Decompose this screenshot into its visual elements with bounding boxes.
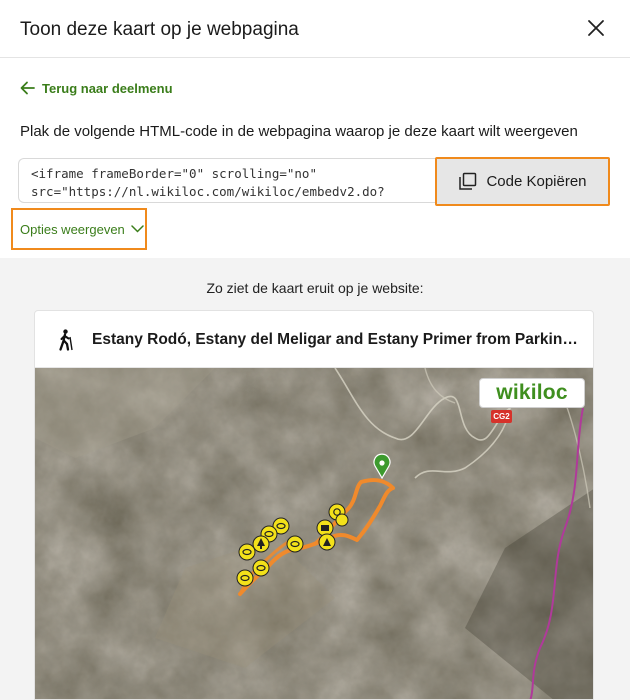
waypoint-marker[interactable]	[335, 513, 349, 527]
arrow-left-icon	[20, 81, 35, 95]
back-link-label: Terug naar deelmenu	[42, 80, 173, 96]
waypoint-marker[interactable]	[318, 533, 336, 551]
copy-button-label: Code Kopiëren	[486, 173, 587, 190]
preview-card-header: Estany Rodó, Estany del Meligar and Esta…	[35, 311, 593, 368]
waypoint-marker[interactable]	[236, 569, 254, 587]
road-badge: CG2	[491, 410, 512, 423]
hiking-icon	[59, 329, 73, 351]
back-to-share-menu-link[interactable]: Terug naar deelmenu	[20, 78, 173, 98]
dialog-header: Toon deze kaart op je webpagina	[0, 0, 630, 58]
waypoint-marker[interactable]	[252, 535, 270, 553]
trail-title: Estany Rodó, Estany del Meligar and Esta…	[92, 331, 582, 348]
map-view[interactable]: wikiloc CG2	[35, 368, 593, 699]
embed-code-field[interactable]: <iframe frameBorder="0" scrolling="no" s…	[18, 158, 436, 203]
copy-icon	[459, 172, 477, 190]
preview-label: Zo ziet de kaart eruit op je website:	[206, 280, 424, 296]
dialog-title: Toon deze kaart op je webpagina	[20, 19, 299, 40]
instruction-text: Plak de volgende HTML-code in de webpagi…	[20, 123, 578, 140]
embed-preview-card: Estany Rodó, Estany del Meligar and Esta…	[34, 310, 594, 700]
waypoint-marker[interactable]	[238, 543, 256, 561]
code-line-2: src="https://nl.wikiloc.com/wikiloc/embe…	[31, 184, 385, 199]
options-toggle-label: Opties weergeven	[20, 221, 125, 237]
preview-section: Zo ziet de kaart eruit op je website: Es…	[0, 258, 630, 700]
close-icon[interactable]	[584, 16, 608, 40]
chevron-down-icon	[131, 225, 144, 233]
code-line-1: <iframe frameBorder="0" scrolling="no"	[31, 166, 317, 181]
wikiloc-logo[interactable]: wikiloc	[479, 378, 585, 408]
waypoint-marker[interactable]	[286, 535, 304, 553]
copy-code-button[interactable]: Code Kopiëren	[435, 157, 610, 206]
waypoint-marker[interactable]	[252, 559, 270, 577]
show-options-toggle[interactable]: Opties weergeven	[11, 208, 147, 250]
waypoint-marker[interactable]	[316, 519, 334, 537]
